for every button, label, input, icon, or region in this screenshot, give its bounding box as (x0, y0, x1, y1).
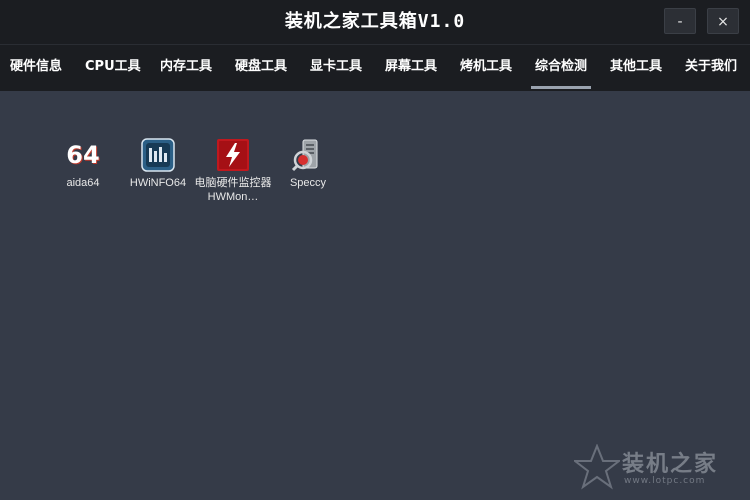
hwinfo-icon (141, 138, 175, 172)
tab-burn-in-tools[interactable]: 烤机工具 (460, 45, 512, 89)
tab-hardware-info[interactable]: 硬件信息 (10, 45, 62, 89)
tab-disk-tools[interactable]: 硬盘工具 (235, 45, 287, 89)
tab-memory-tools[interactable]: 内存工具 (160, 45, 212, 89)
tab-cpu-tools[interactable]: CPU工具 (85, 45, 141, 89)
close-button[interactable]: × (707, 8, 739, 34)
tool-speccy[interactable]: Speccy (268, 138, 348, 190)
tool-label: aida64 (66, 177, 100, 189)
tool-aida64[interactable]: 64 aida64 (43, 138, 123, 190)
watermark-logo: 装机之家 www.lotpc.com (572, 440, 750, 496)
tab-gpu-tools[interactable]: 显卡工具 (310, 45, 362, 89)
nav-tabs: 硬件信息 CPU工具 内存工具 硬盘工具 显卡工具 屏幕工具 烤机工具 综合检测… (0, 44, 750, 91)
tool-label: Speccy (289, 177, 327, 189)
title-bar: 装机之家工具箱V1.0 - × (0, 0, 750, 44)
minimize-button[interactable]: - (664, 8, 696, 34)
tool-hwinfo64[interactable]: HWiNFO64 (118, 138, 198, 190)
watermark-text: 装机之家 (622, 452, 719, 477)
tab-screen-tools[interactable]: 屏幕工具 (385, 45, 437, 89)
aida64-icon: 64 (66, 138, 100, 172)
star-icon (574, 444, 620, 490)
tab-other-tools[interactable]: 其他工具 (610, 45, 662, 89)
speccy-icon (291, 138, 325, 172)
hwmonitor-icon (216, 138, 250, 172)
tab-about-us[interactable]: 关于我们 (685, 45, 737, 89)
tool-hwmonitor[interactable]: 电脑硬件监控器HWMon… (193, 138, 273, 204)
tool-label: 电脑硬件监控器HWMon… (194, 177, 272, 203)
tab-comprehensive-test[interactable]: 综合检测 (530, 45, 592, 89)
app-title: 装机之家工具箱V1.0 (284, 11, 466, 32)
watermark-url: www.lotpc.com (624, 476, 706, 486)
aida64-icon-text: 64 (66, 141, 100, 169)
tool-label: HWiNFO64 (129, 177, 187, 189)
